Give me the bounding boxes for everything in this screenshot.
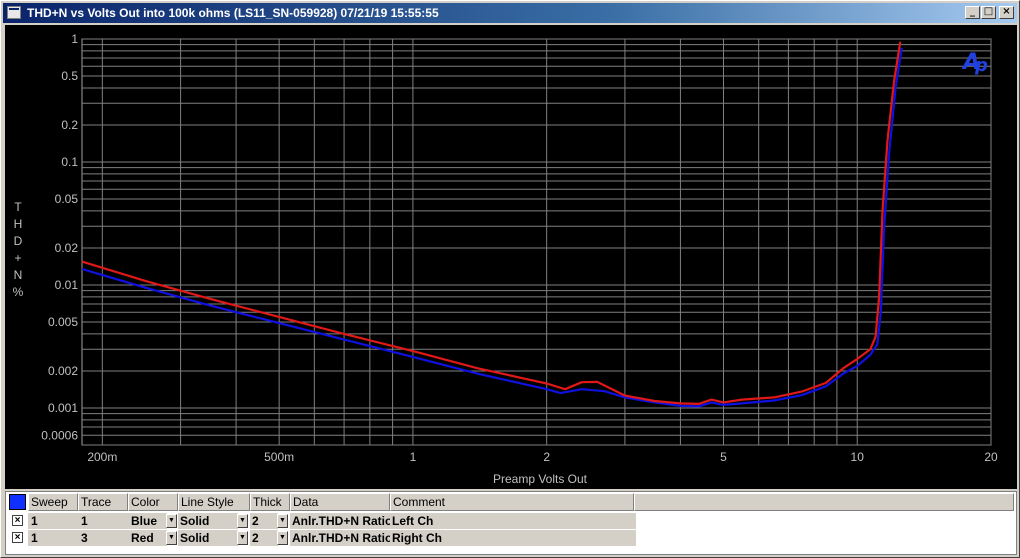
y-tick-label: 0.02 [55,241,79,255]
row-1-comment[interactable]: Left Ch [390,513,636,529]
minimize-button[interactable]: _ [965,6,980,19]
row-1-thick[interactable]: 2 [250,513,278,529]
header-empty [634,493,1014,511]
y-tick-label: 0.0006 [41,428,78,442]
ap-logo-icon: A p [961,50,988,76]
row-2-sweep[interactable]: 1 [28,530,81,546]
row-2-data[interactable]: Anlr.THD+N Ratio [290,530,390,546]
grid-lines [81,38,992,446]
y-axis-label: THD + N% [13,200,24,299]
row-1-style-dropdown[interactable]: ▼ [237,514,248,528]
row-1-checkbox[interactable]: × [12,515,23,526]
y-tick-label: 0.002 [48,364,78,378]
y-tick-labels: 1 0.5 0.2 0.1 0.05 0.02 0.01 0.005 0.002 0.001 0.0… [41,32,78,442]
header-line-style[interactable]: Line Style [178,493,250,511]
row-2-color-dropdown[interactable]: ▼ [166,531,177,545]
row-1-trace[interactable]: 1 [78,513,131,529]
traces [81,41,903,408]
row-1-sweep[interactable]: 1 [28,513,81,529]
y-label-char: + [14,251,21,265]
trace-table: Sweep Trace Color Line Style Thick Data … [5,491,1017,555]
y-tick-label: 0.2 [61,118,78,132]
y-label-char: % [13,285,24,299]
chart-area: 200m 500m 1 2 5 10 20 1 0.5 0.2 0.1 0.05 0.02 0.01 0.… [5,25,1017,489]
y-tick-label: 0.1 [61,155,78,169]
x-tick-label: 2 [543,450,550,464]
row-1-line-style[interactable]: Solid [178,513,238,529]
svg-text:p: p [974,55,988,76]
header-sweep[interactable]: Sweep [28,493,78,511]
y-label-char: N [14,268,23,282]
row-2-thick-dropdown[interactable]: ▼ [277,531,288,545]
x-tick-label: 200m [87,450,117,464]
plot-frame [81,38,992,446]
y-tick-label: 1 [71,32,78,46]
row-2-thick[interactable]: 2 [250,530,278,546]
window-icon[interactable] [7,6,21,19]
header-color[interactable]: Color [128,493,178,511]
close-button[interactable]: × [999,6,1014,19]
graph-window: THD+N vs Volts Out into 100k ohms (LS11_… [0,0,1020,558]
y-tick-label: 0.5 [61,69,78,83]
y-tick-label: 0.005 [48,315,78,329]
header-comment[interactable]: Comment [390,493,634,511]
row-2-trace[interactable]: 3 [78,530,131,546]
y-label-char: D [14,234,23,248]
thd-chart: 200m 500m 1 2 5 10 20 1 0.5 0.2 0.1 0.05 0.02 0.01 0.… [13,32,998,486]
y-tick-label: 0.05 [55,192,79,206]
row-1-color-dropdown[interactable]: ▼ [166,514,177,528]
row-2-checkbox[interactable]: × [12,532,23,543]
x-tick-label: 500m [264,450,294,464]
y-tick-label: 0.001 [48,401,78,415]
row-1-color[interactable]: Blue [128,513,167,529]
window-title: THD+N vs Volts Out into 100k ohms (LS11_… [27,6,439,20]
x-tick-label: 5 [720,450,727,464]
x-tick-label: 10 [851,450,865,464]
table-corner-swatch[interactable] [9,494,26,510]
y-tick-label: 0.01 [55,278,79,292]
y-label-char: T [14,200,22,214]
header-thick[interactable]: Thick [250,493,290,511]
y-label-char: H [14,217,23,231]
x-tick-label: 20 [984,450,998,464]
row-2-line-style[interactable]: Solid [178,530,238,546]
row-2-style-dropdown[interactable]: ▼ [237,531,248,545]
x-tick-labels: 200m 500m 1 2 5 10 20 [87,450,998,464]
title-bar[interactable]: THD+N vs Volts Out into 100k ohms (LS11_… [3,3,1017,23]
x-axis-label: Preamp Volts Out [493,472,588,486]
trace-line-1 [81,47,903,408]
header-data[interactable]: Data [290,493,390,511]
maximize-button[interactable]: □ [981,6,996,19]
row-2-color[interactable]: Red [128,530,167,546]
x-tick-label: 1 [410,450,417,464]
row-1-thick-dropdown[interactable]: ▼ [277,514,288,528]
row-1-data[interactable]: Anlr.THD+N Ratio [290,513,390,529]
header-trace[interactable]: Trace [78,493,128,511]
row-2-comment[interactable]: Right Ch [390,530,636,546]
